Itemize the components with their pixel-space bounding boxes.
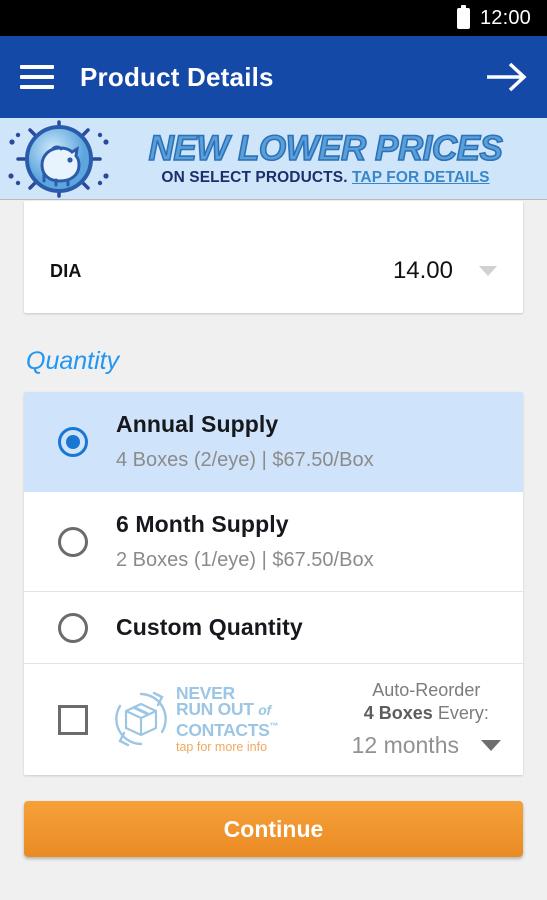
brand-contacts: CONTACTS bbox=[176, 719, 270, 740]
product-spec-card: DIA 14.00 bbox=[24, 201, 523, 313]
auto-reorder-settings: Auto-Reorder 4 Boxes Every: 12 months bbox=[352, 680, 505, 759]
scroll-content[interactable]: DIA 14.00 Quantity Annual Supply 4 Boxes… bbox=[0, 201, 547, 900]
promo-subline: ON SELECT PRODUCTS. TAP FOR DETAILS bbox=[118, 170, 533, 186]
trademark-symbol: ™ bbox=[269, 720, 279, 731]
spec-label: DIA bbox=[50, 260, 82, 281]
never-run-out-branding[interactable]: NEVER RUN OUT of CONTACTS™ tap for more … bbox=[110, 684, 279, 754]
auto-reorder-every: Every: bbox=[432, 703, 489, 723]
radio-button-selected-icon[interactable] bbox=[58, 426, 88, 457]
promo-headline: NEW LOWER PRICES bbox=[148, 129, 504, 169]
brand-line-3: CONTACTS™ bbox=[176, 718, 279, 740]
tap-for-more-info-link[interactable]: tap for more info bbox=[176, 740, 278, 754]
spec-row-dia[interactable]: DIA 14.00 bbox=[24, 251, 523, 291]
arrow-right-icon[interactable] bbox=[485, 61, 529, 93]
option-title: Custom Quantity bbox=[116, 614, 303, 640]
piggy-bank-icon bbox=[0, 118, 118, 199]
page-title: Product Details bbox=[80, 61, 274, 92]
radio-button-icon[interactable] bbox=[58, 612, 88, 643]
interval-value: 12 months bbox=[351, 732, 459, 758]
brand-run-out: RUN OUT bbox=[176, 698, 259, 719]
option-title: Annual Supply bbox=[116, 411, 279, 437]
promo-banner[interactable]: NEW LOWER PRICES ON SELECT PRODUCTS. TAP… bbox=[0, 118, 547, 200]
promo-subline-text: ON SELECT PRODUCTS. bbox=[161, 169, 353, 187]
option-subtitle: 4 Boxes (2/eye) | $67.50/Box bbox=[116, 449, 374, 471]
auto-reorder-label: Auto-Reorder bbox=[372, 680, 481, 700]
auto-reorder-qty-line: 4 Boxes Every: bbox=[352, 703, 501, 724]
app-bar: Product Details bbox=[0, 36, 547, 118]
quantity-option-annual[interactable]: Annual Supply 4 Boxes (2/eye) | $67.50/B… bbox=[24, 392, 523, 492]
option-subtitle: 2 Boxes (1/eye) | $67.50/Box bbox=[116, 549, 374, 571]
auto-reorder-qty: 4 Boxes bbox=[363, 703, 433, 723]
option-title: 6 Month Supply bbox=[116, 511, 289, 537]
radio-button-icon[interactable] bbox=[58, 526, 88, 557]
brand-line-2: RUN OUT of bbox=[176, 698, 278, 719]
continue-button[interactable]: Continue bbox=[24, 801, 523, 857]
checkbox-unchecked-icon[interactable] bbox=[58, 704, 88, 735]
chevron-down-icon[interactable] bbox=[479, 266, 497, 276]
recycling-box-icon bbox=[110, 688, 172, 750]
quantity-options-card: Annual Supply 4 Boxes (2/eye) | $67.50/B… bbox=[24, 392, 523, 775]
auto-reorder-row[interactable]: NEVER RUN OUT of CONTACTS™ tap for more … bbox=[24, 664, 523, 775]
chevron-down-icon[interactable] bbox=[481, 740, 501, 751]
hamburger-menu-icon[interactable] bbox=[20, 65, 54, 89]
status-bar: 12:00 bbox=[0, 0, 547, 36]
quantity-option-custom[interactable]: Custom Quantity bbox=[24, 592, 523, 664]
battery-full-icon bbox=[456, 4, 470, 29]
quantity-option-6-month[interactable]: 6 Month Supply 2 Boxes (1/eye) | $67.50/… bbox=[24, 492, 523, 592]
status-bar-clock: 12:00 bbox=[479, 6, 531, 29]
promo-link[interactable]: TAP FOR DETAILS bbox=[352, 169, 490, 186]
brand-of: of bbox=[258, 701, 271, 718]
spec-value: 14.00 bbox=[392, 257, 453, 284]
quantity-section-title: Quantity bbox=[26, 347, 120, 375]
auto-reorder-interval-select[interactable]: 12 months bbox=[352, 732, 501, 759]
